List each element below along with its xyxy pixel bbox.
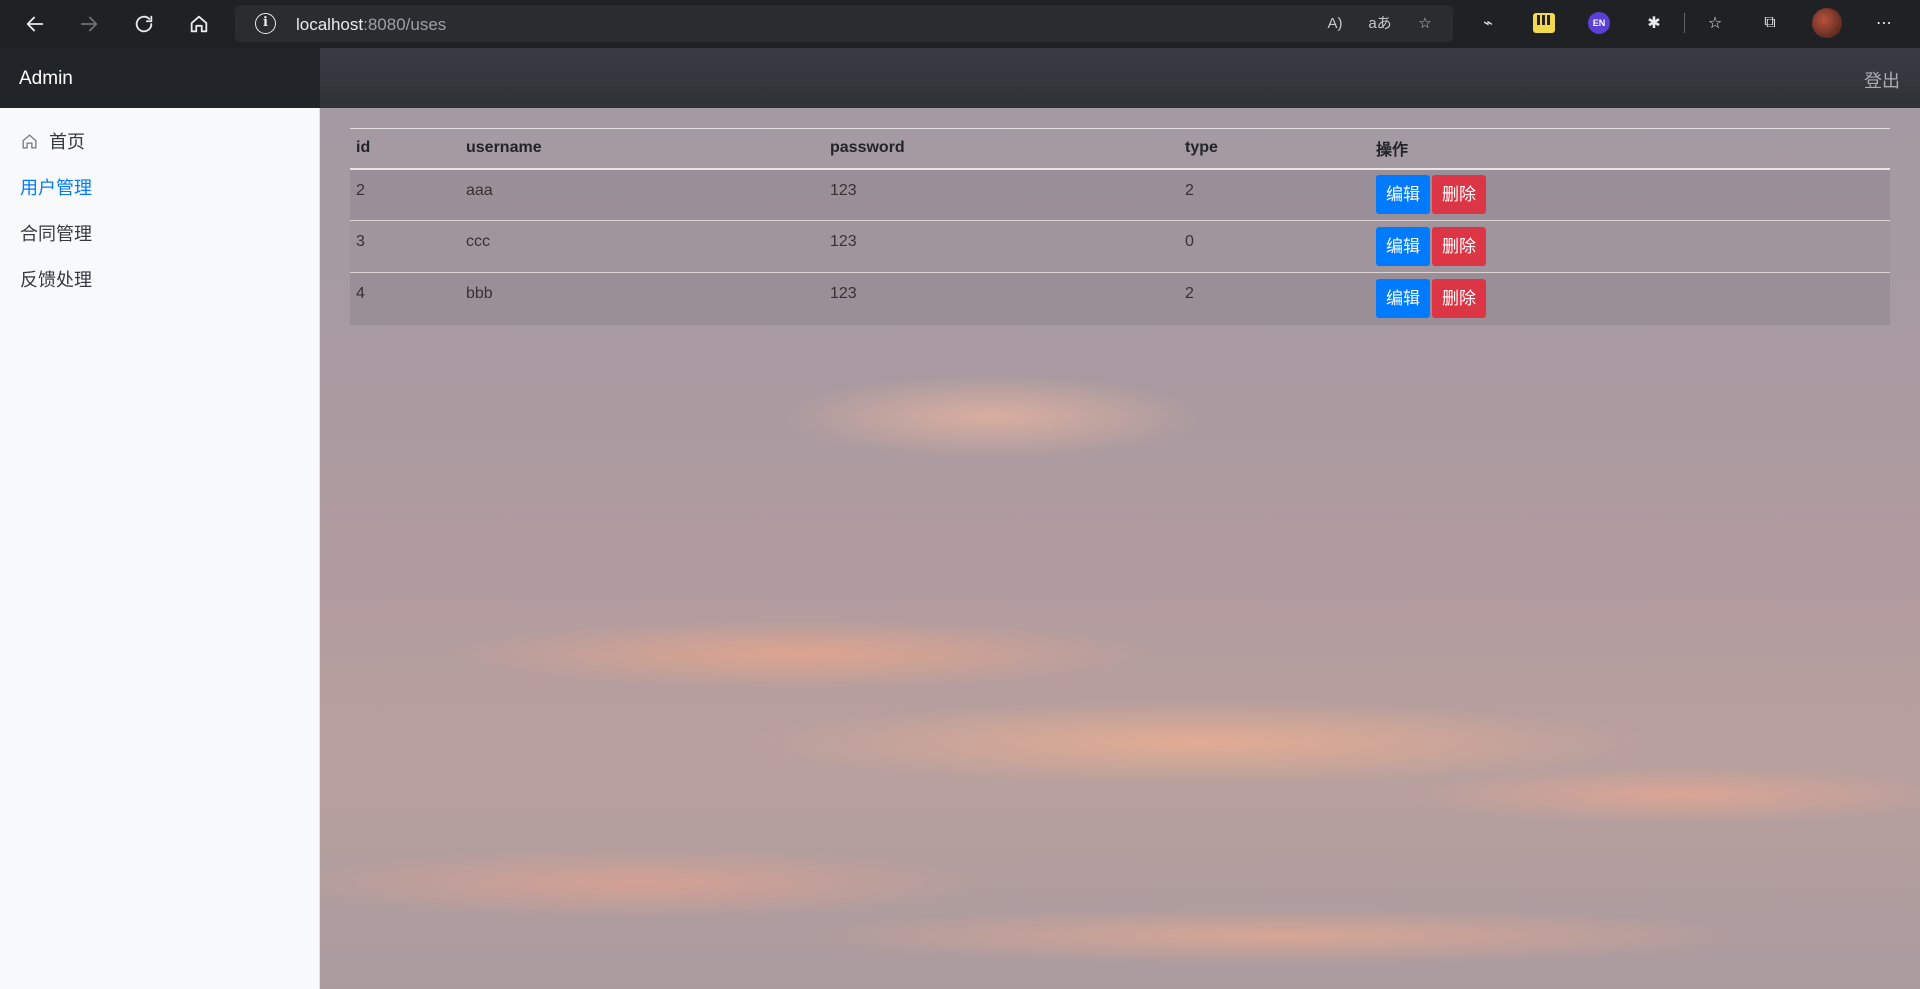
- cell-username: aaa: [460, 168, 824, 221]
- delete-button[interactable]: 删除: [1432, 227, 1486, 266]
- users-table-container: id username password type 操作 2 aaa 123 2: [350, 128, 1890, 325]
- reload-icon: [135, 15, 153, 33]
- edit-button[interactable]: 编辑: [1376, 175, 1430, 215]
- cell-username: ccc: [460, 220, 824, 273]
- address-bar[interactable]: i localhost:8080/uses A) aあ ☆: [235, 5, 1453, 42]
- cell-type: 0: [1179, 220, 1370, 273]
- sidebar-item-label: 反馈处理: [20, 270, 92, 290]
- edit-button[interactable]: 编辑: [1376, 227, 1430, 266]
- column-header-id: id: [350, 128, 460, 170]
- brand[interactable]: Admin: [0, 48, 320, 108]
- sidebar-item-home[interactable]: 首页: [20, 128, 85, 154]
- back-button[interactable]: [17, 6, 53, 42]
- users-table: id username password type 操作 2 aaa 123 2: [350, 128, 1890, 325]
- cell-actions: 编辑 删除: [1370, 220, 1890, 273]
- table-row: 3 ccc 123 0 编辑 删除: [350, 220, 1890, 273]
- browser-toolbar: i localhost:8080/uses A) aあ ☆ ⌁ EN ✱ ☆ ⧉…: [0, 0, 1920, 48]
- sidebar-item-contracts[interactable]: 合同管理: [20, 220, 92, 246]
- cell-password: 123: [824, 168, 1179, 221]
- sidebar-item-users[interactable]: 用户管理: [20, 174, 92, 200]
- profile-avatar[interactable]: [1812, 8, 1842, 38]
- column-header-password: password: [824, 128, 1179, 170]
- favorite-add-icon[interactable]: ☆: [1413, 12, 1437, 36]
- extension-piano-icon[interactable]: [1530, 9, 1558, 37]
- favorites-icon[interactable]: ☆: [1701, 9, 1729, 37]
- arrow-right-icon: [80, 16, 98, 32]
- cell-type: 2: [1179, 272, 1370, 325]
- site-info-icon[interactable]: i: [255, 13, 276, 34]
- more-menu-icon[interactable]: ⋯: [1870, 9, 1898, 37]
- read-aloud-icon[interactable]: A): [1323, 12, 1347, 36]
- cell-password: 123: [824, 220, 1179, 273]
- delete-button[interactable]: 删除: [1432, 175, 1486, 215]
- edit-button[interactable]: 编辑: [1376, 279, 1430, 319]
- collections-icon[interactable]: ⧉: [1756, 9, 1784, 37]
- arrow-left-icon: [26, 16, 44, 32]
- extension-camera-icon[interactable]: ⌁: [1474, 9, 1502, 37]
- translate-icon[interactable]: aあ: [1368, 12, 1392, 36]
- main-content: id username password type 操作 2 aaa 123 2: [320, 108, 1920, 989]
- home-icon: [190, 15, 208, 33]
- column-header-type: type: [1179, 128, 1370, 170]
- url-text[interactable]: localhost:8080/uses: [296, 15, 446, 35]
- table-row: 4 bbb 123 2 编辑 删除: [350, 272, 1890, 325]
- sidebar: 首页 用户管理 合同管理 反馈处理: [0, 108, 320, 989]
- extension-en-icon[interactable]: EN: [1585, 9, 1613, 37]
- app-page: Admin 登出 首页 用户管理 合同管理 反馈处理 id username p…: [0, 48, 1920, 989]
- sidebar-item-feedback[interactable]: 反馈处理: [20, 266, 92, 292]
- cell-type: 2: [1179, 168, 1370, 221]
- sidebar-item-label: 首页: [49, 132, 85, 152]
- forward-button[interactable]: [71, 6, 107, 42]
- toolbar-separator: [1684, 13, 1685, 33]
- cell-username: bbb: [460, 272, 824, 325]
- table-header-row: id username password type 操作: [350, 128, 1890, 170]
- sidebar-item-label: 合同管理: [20, 224, 92, 244]
- delete-button[interactable]: 删除: [1432, 279, 1486, 319]
- column-header-username: username: [460, 128, 824, 170]
- column-header-actions: 操作: [1370, 128, 1890, 170]
- logout-link[interactable]: 登出: [1864, 67, 1900, 93]
- cell-actions: 编辑 删除: [1370, 272, 1890, 325]
- top-navbar: 登出: [320, 48, 1920, 108]
- reload-button[interactable]: [126, 6, 162, 42]
- home-icon: [22, 133, 37, 148]
- cell-actions: 编辑 删除: [1370, 168, 1890, 221]
- cell-password: 123: [824, 272, 1179, 325]
- table-row: 2 aaa 123 2 编辑 删除: [350, 168, 1890, 221]
- cell-id: 4: [350, 272, 460, 325]
- cell-id: 2: [350, 168, 460, 221]
- url-path: :8080/uses: [363, 15, 447, 34]
- home-button[interactable]: [181, 6, 217, 42]
- url-host: localhost: [296, 15, 364, 34]
- extensions-puzzle-icon[interactable]: ✱: [1640, 9, 1668, 37]
- cell-id: 3: [350, 220, 460, 273]
- sidebar-item-label: 用户管理: [20, 178, 92, 198]
